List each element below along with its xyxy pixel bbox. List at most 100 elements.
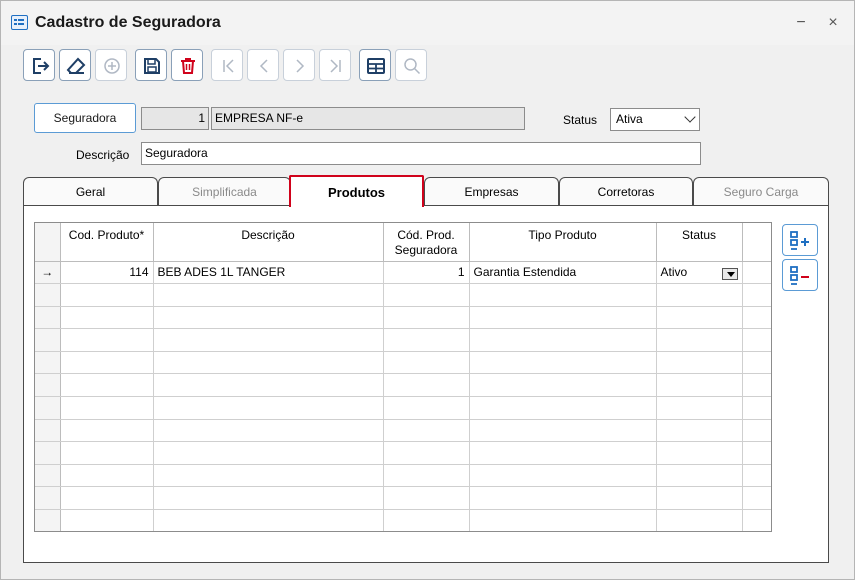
empty-cell xyxy=(383,486,470,511)
empty-cell xyxy=(469,373,657,398)
list-add-icon xyxy=(790,231,809,250)
produtos-grid: Cod. Produto* Descrição Cód. Prod. Segura… xyxy=(34,222,772,532)
empty-cell xyxy=(35,396,61,420)
exit-button[interactable] xyxy=(23,49,55,81)
first-record-button[interactable] xyxy=(211,49,243,81)
empty-cell xyxy=(35,328,61,352)
tab-produtos[interactable]: Produtos xyxy=(289,175,424,207)
next-record-button[interactable] xyxy=(283,49,315,81)
empty-cell xyxy=(469,351,657,375)
cell-cod-produto[interactable]: 114 xyxy=(60,261,154,285)
empty-cell xyxy=(383,509,470,531)
empty-cell xyxy=(153,328,384,352)
empty-cell xyxy=(469,486,657,511)
add-button[interactable] xyxy=(95,49,127,81)
seguradora-code-field[interactable]: 1 xyxy=(141,107,209,130)
minimize-button[interactable]: − xyxy=(791,13,811,33)
empty-cell xyxy=(60,419,154,443)
empty-cell xyxy=(656,351,743,375)
col-cod-produto[interactable]: Cod. Produto* xyxy=(60,223,154,262)
grid-view-button[interactable] xyxy=(359,49,391,81)
empty-cell xyxy=(35,486,61,511)
cell-descricao[interactable]: BEB ADES 1L TANGER xyxy=(153,261,384,285)
tab-simplificada[interactable]: Simplificada xyxy=(158,177,291,205)
prev-icon xyxy=(259,59,268,73)
empty-cell xyxy=(469,396,657,420)
empty-cell xyxy=(742,509,771,531)
prev-record-button[interactable] xyxy=(247,49,279,81)
clear-button[interactable] xyxy=(59,49,91,81)
empty-cell xyxy=(742,328,771,352)
empty-cell xyxy=(153,396,384,420)
empty-cell xyxy=(60,441,154,465)
remove-row-button[interactable] xyxy=(782,259,818,291)
empty-cell xyxy=(60,351,154,375)
empty-cell xyxy=(656,373,743,398)
grid-header-row: Cod. Produto* Descrição Cód. Prod. Segura… xyxy=(35,223,771,262)
col-descricao[interactable]: Descrição xyxy=(153,223,384,262)
delete-button[interactable] xyxy=(171,49,203,81)
empty-cell xyxy=(60,509,154,531)
eraser-icon xyxy=(66,57,86,74)
row-indicator-header xyxy=(35,223,61,262)
empty-cell xyxy=(469,306,657,330)
save-button[interactable] xyxy=(135,49,167,81)
empty-cell xyxy=(656,509,743,531)
next-icon xyxy=(296,59,305,73)
add-row-button[interactable] xyxy=(782,224,818,256)
empty-cell xyxy=(35,419,61,443)
empty-cell xyxy=(35,373,61,398)
empty-cell xyxy=(469,509,657,531)
status-dropdown-icon[interactable] xyxy=(721,267,738,280)
table-row[interactable]: → 114 BEB ADES 1L TANGER 1 Garantia Este… xyxy=(35,261,771,285)
cell-status[interactable]: Ativo xyxy=(656,261,743,285)
tab-geral[interactable]: Geral xyxy=(23,177,158,205)
empty-cell xyxy=(60,328,154,352)
empty-cell xyxy=(656,419,743,443)
tab-bar: Geral Simplificada Empresas Corretoras S… xyxy=(23,177,829,207)
close-button[interactable]: × xyxy=(823,13,843,33)
empty-table-row xyxy=(35,373,771,398)
empty-cell xyxy=(60,306,154,330)
empty-cell xyxy=(383,373,470,398)
seguradora-lookup-button[interactable]: Seguradora xyxy=(34,103,136,133)
cell-status-value: Ativo xyxy=(660,264,688,279)
empty-table-row xyxy=(35,486,771,511)
empty-table-row xyxy=(35,306,771,330)
empty-cell xyxy=(35,306,61,330)
empty-cell xyxy=(153,373,384,398)
last-record-button[interactable] xyxy=(319,49,351,81)
empty-cell xyxy=(469,464,657,488)
produtos-panel: Cod. Produto* Descrição Cód. Prod. Segura… xyxy=(23,205,829,563)
cell-tipo-produto[interactable]: Garantia Estendida xyxy=(469,261,657,285)
col-tipo-produto[interactable]: Tipo Produto xyxy=(469,223,657,262)
empty-cell xyxy=(35,283,61,307)
col-filler xyxy=(742,223,771,262)
empty-cell xyxy=(60,396,154,420)
tab-seguro-carga[interactable]: Seguro Carga xyxy=(693,177,829,205)
tab-corretoras[interactable]: Corretoras xyxy=(559,177,693,205)
search-button[interactable] xyxy=(395,49,427,81)
empty-cell xyxy=(383,441,470,465)
window-title: Cadastro de Seguradora xyxy=(35,14,221,31)
empty-cell xyxy=(656,306,743,330)
empty-cell xyxy=(656,396,743,420)
delete-icon xyxy=(181,58,195,74)
add-circle-icon xyxy=(104,58,120,74)
status-select[interactable]: Ativa xyxy=(610,108,700,131)
empty-table-row xyxy=(35,351,771,375)
empty-cell xyxy=(383,351,470,375)
empty-cell xyxy=(742,283,771,307)
empty-cell xyxy=(383,396,470,420)
descricao-input[interactable]: Seguradora xyxy=(141,142,701,165)
col-cod-prod-seguradora[interactable]: Cód. Prod. Seguradora xyxy=(383,223,470,262)
tab-empresas[interactable]: Empresas xyxy=(424,177,559,205)
empty-cell xyxy=(153,486,384,511)
cell-cod-prod-seguradora[interactable]: 1 xyxy=(383,261,470,285)
empty-cell xyxy=(60,464,154,488)
empty-cell xyxy=(35,509,61,531)
col-status[interactable]: Status xyxy=(656,223,743,262)
empty-cell xyxy=(153,306,384,330)
empty-table-row xyxy=(35,396,771,420)
empty-cell xyxy=(656,328,743,352)
